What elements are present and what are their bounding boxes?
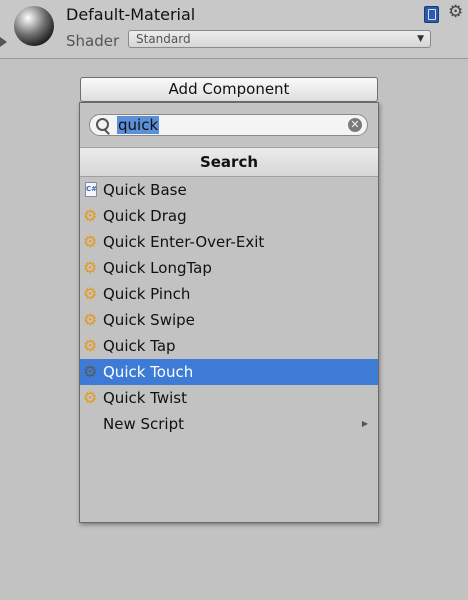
search-results-header: Search: [80, 147, 378, 177]
list-item-label: Quick Touch: [103, 363, 194, 381]
search-input[interactable]: quick ✕: [89, 114, 368, 136]
list-item-quick-twist[interactable]: ⚙ Quick Twist: [80, 385, 378, 411]
shader-label: Shader: [66, 32, 120, 50]
script-gear-icon: ⚙: [83, 206, 98, 225]
component-list: C# Quick Base ⚙ Quick Drag ⚙ Quick Enter…: [80, 177, 378, 437]
material-preview-sphere-icon: [14, 6, 54, 46]
script-gear-icon: ⚙: [83, 258, 98, 277]
add-component-button[interactable]: Add Component: [80, 77, 378, 102]
submenu-arrow-icon: ▶: [361, 419, 368, 428]
list-item-quick-drag[interactable]: ⚙ Quick Drag: [80, 203, 378, 229]
list-item-quick-pinch[interactable]: ⚙ Quick Pinch: [80, 281, 378, 307]
add-component-popup: quick ✕ Search C# Quick Base ⚙ Quick Dra…: [79, 102, 379, 523]
list-item-label: Quick Twist: [103, 389, 187, 407]
list-item-quick-swipe[interactable]: ⚙ Quick Swipe: [80, 307, 378, 333]
list-item-quick-enter-over-exit[interactable]: ⚙ Quick Enter-Over-Exit: [80, 229, 378, 255]
list-item-label: Quick Pinch: [103, 285, 191, 303]
list-item-quick-touch[interactable]: ⚙ Quick Touch: [80, 359, 378, 385]
list-item-quick-tap[interactable]: ⚙ Quick Tap: [80, 333, 378, 359]
script-gear-icon: ⚙: [83, 388, 98, 407]
list-item-label: Quick Enter-Over-Exit: [103, 233, 265, 251]
search-input-text: quick: [117, 116, 160, 134]
script-gear-icon: ⚙: [83, 310, 98, 329]
shader-dropdown[interactable]: Standard ▼: [128, 30, 431, 48]
search-icon: [96, 118, 109, 131]
csharp-file-icon: C#: [85, 182, 97, 197]
list-item-quick-longtap[interactable]: ⚙ Quick LongTap: [80, 255, 378, 281]
material-header: Default-Material Shader Standard ▼ ⚙: [0, 0, 468, 59]
clear-search-icon[interactable]: ✕: [348, 118, 362, 132]
list-item-label: Quick LongTap: [103, 259, 212, 277]
collapse-arrow-icon[interactable]: [0, 37, 7, 47]
list-item-label: Quick Base: [103, 181, 187, 199]
shader-dropdown-value: Standard: [136, 32, 191, 46]
settings-gear-icon[interactable]: ⚙: [448, 4, 463, 21]
list-item-label: New Script: [103, 415, 184, 433]
dropdown-arrow-icon: ▼: [417, 34, 424, 44]
script-gear-icon: ⚙: [83, 284, 98, 303]
search-bar: quick ✕: [80, 103, 378, 147]
list-item-label: Quick Swipe: [103, 311, 195, 329]
list-item-label: Quick Drag: [103, 207, 187, 225]
script-gear-icon: ⚙: [83, 232, 98, 251]
list-item-label: Quick Tap: [103, 337, 176, 355]
list-item-quick-base[interactable]: C# Quick Base: [80, 177, 378, 203]
help-book-icon[interactable]: [424, 6, 439, 23]
script-gear-icon: ⚙: [83, 336, 98, 355]
material-name: Default-Material: [66, 5, 196, 24]
script-gear-icon: ⚙: [83, 362, 98, 381]
list-item-new-script[interactable]: New Script ▶: [80, 411, 378, 437]
